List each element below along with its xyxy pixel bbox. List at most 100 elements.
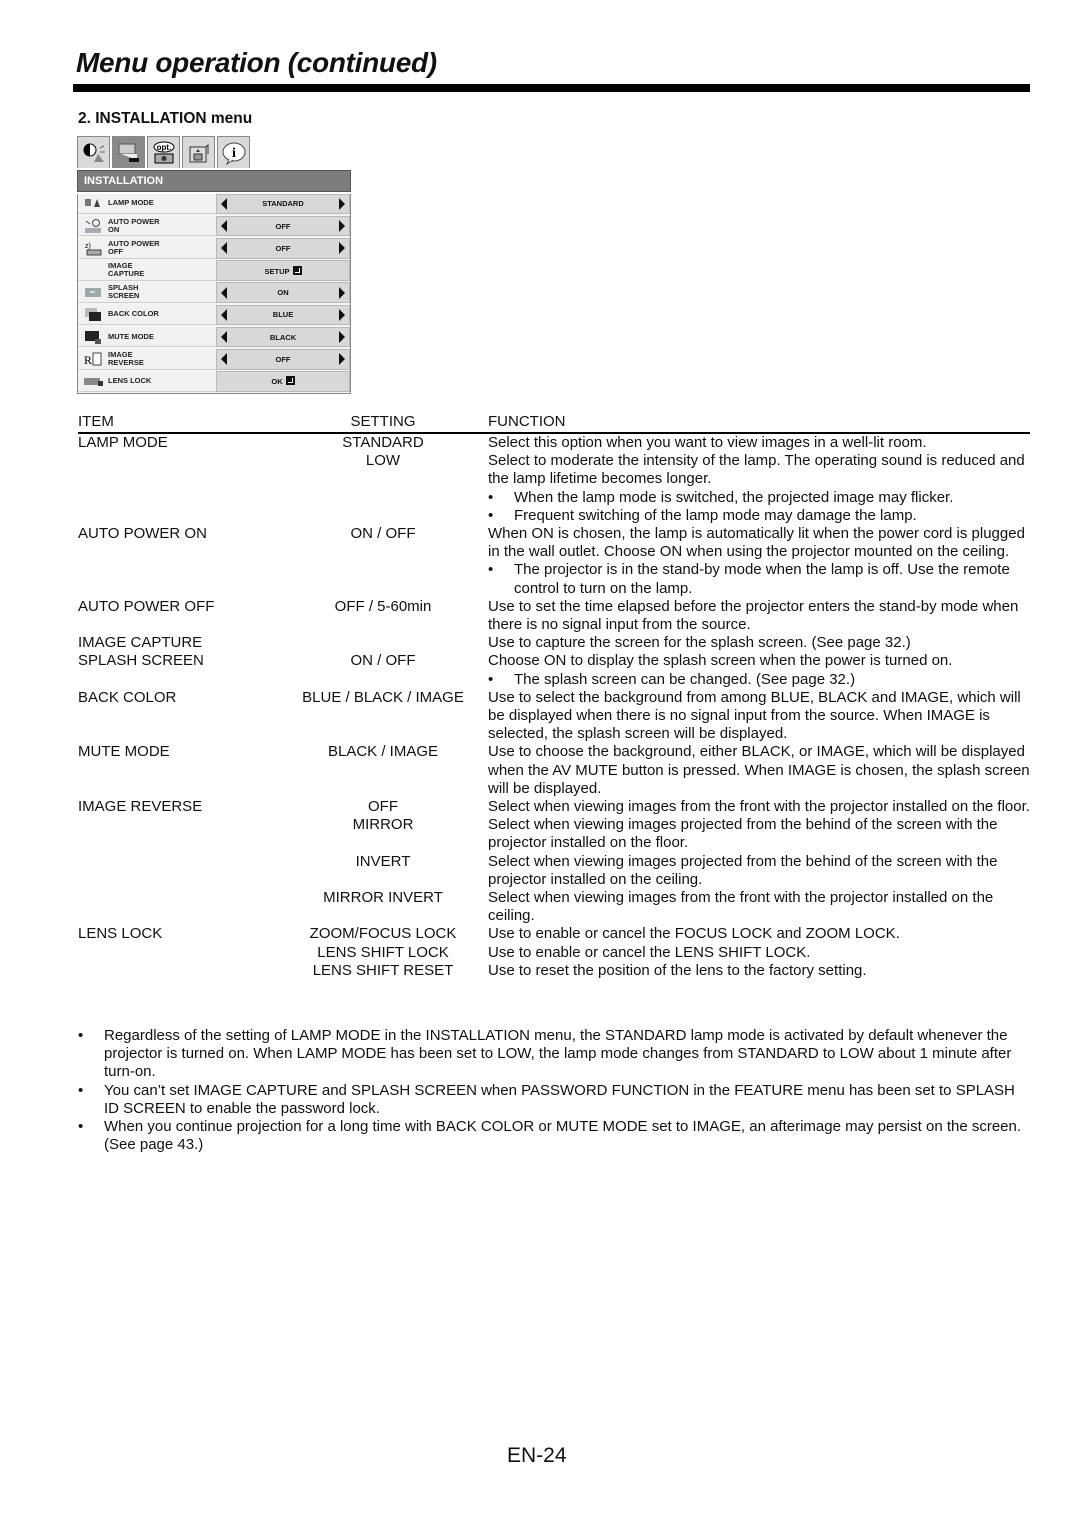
table-row: AUTO POWER OFF OFF / 5-60min Use to set th… [78, 598, 1030, 634]
osd-menu-row[interactable]: AUTO POWER ON OFF [78, 215, 350, 237]
cell-function: Use to enable or cancel the LENS SHIFT L… [488, 944, 1030, 962]
osd-menu-row[interactable]: R IMAGE REVERSE OFF [78, 349, 350, 370]
bullet-text: The splash screen can be changed. (See p… [514, 670, 856, 688]
table-row: LENS LOCK ZOOM/FOCUS LOCK Use to enable or… [78, 925, 1030, 943]
cell-item: IMAGE CAPTURE [78, 634, 203, 652]
table-row: IMAGE REVERSE OFF Select when viewing imag… [78, 798, 1030, 816]
title-rule [73, 84, 1030, 92]
cell-item: AUTO POWER OFF [78, 597, 215, 615]
osd-row-label-line: LENS LOCK [108, 375, 152, 385]
bullet-text: When the lamp mode is switched, the proj… [514, 488, 954, 506]
osd-menu-row[interactable]: z) AUTO POWER OFF OFF [78, 238, 350, 259]
osd-row-value: OFF [275, 243, 291, 253]
auto-power-on-icon [78, 218, 108, 234]
osd-tab-bar: opt. i [77, 136, 351, 170]
note-item: You can’t set IMAGE CAPTURE and SPLASH S… [78, 1082, 1030, 1118]
note-text: Regardless of the setting of LAMP MODE i… [104, 1027, 1012, 1081]
arrow-right-icon[interactable] [339, 286, 345, 299]
cell-item: LENS LOCK [78, 925, 163, 943]
osd-row-label: AUTO POWER ON [108, 217, 160, 234]
osd-row-label: SPLASH SCREEN [108, 284, 139, 300]
cell-item: AUTO POWER ON [78, 525, 207, 543]
cell-setting: LENS SHIFT LOCK [317, 943, 449, 961]
function-text: Select this option when you want to view… [488, 434, 927, 451]
back-color-icon [78, 306, 108, 322]
function-text: Select when viewing images from the fron… [488, 798, 1030, 816]
arrow-left-icon[interactable] [221, 331, 227, 344]
tab-option[interactable]: opt. [147, 136, 180, 168]
osd-row-item: z) AUTO POWER OFF [78, 238, 216, 259]
note-item: When you continue projection for a long … [78, 1118, 1030, 1154]
osd-row-value-control[interactable]: OFF [216, 215, 350, 237]
arrow-right-icon[interactable] [339, 331, 345, 344]
header-setting: SETTING [278, 413, 488, 434]
cell-function: Use to reset the position of the lens to… [488, 962, 1030, 980]
osd-menu-row[interactable]: IMAGE CAPTURE SETUP [78, 260, 350, 281]
tab-signal[interactable] [182, 136, 215, 168]
osd-menu-row[interactable]: MUTE MODE BLACK [78, 326, 350, 348]
arrow-left-icon[interactable] [221, 220, 227, 233]
function-text: Use to enable or cancel the LENS SHIFT L… [488, 943, 811, 961]
installation-settings-table: ITEM SETTING FUNCTION LAMP MODE STANDARD S… [78, 413, 1030, 980]
cell-function: Select to moderate the intensity of the … [488, 452, 1030, 525]
table-row: LAMP MODE STANDARD Select this option when… [78, 433, 1030, 452]
cell-function: Select when viewing images from the fron… [488, 889, 1030, 925]
cell-function: When ON is chosen, the lamp is automatic… [488, 525, 1030, 598]
function-text: Use to choose the background, either BLA… [488, 743, 1030, 797]
installation-icon [118, 143, 139, 162]
osd-row-label: IMAGE REVERSE [108, 350, 144, 367]
arrow-left-icon[interactable] [221, 197, 227, 210]
osd-row-value-control[interactable]: OFF [216, 238, 350, 259]
cell-function: Select this option when you want to view… [488, 433, 1030, 452]
function-text: Use to reset the position of the lens to… [488, 961, 867, 979]
osd-row-value-control[interactable]: BLACK [216, 326, 350, 348]
table-row: MIRROR Select when viewing images project… [78, 816, 1030, 852]
cell-function: Select when viewing images projected fro… [488, 853, 1030, 889]
osd-row-value-control[interactable]: STANDARD [216, 193, 350, 215]
table-row: BACK COLOR BLUE / BLACK / IMAGE Use to sel… [78, 689, 1030, 744]
osd-row-value-control[interactable]: SETUP [216, 260, 350, 281]
osd-menu-row[interactable]: LAMP MODE STANDARD [78, 193, 350, 215]
cell-function: Select when viewing images projected fro… [488, 816, 1030, 852]
osd-row-value: OFF [275, 221, 291, 231]
osd-row-label: BACK COLOR [108, 310, 159, 318]
arrow-right-icon[interactable] [339, 220, 345, 233]
osd-menu-row[interactable]: SPLASH SCREEN ON [78, 282, 350, 303]
cell-item [78, 853, 278, 889]
header-item: ITEM [78, 413, 278, 434]
osd-row-value-control[interactable]: OK [216, 371, 350, 392]
arrow-left-icon[interactable] [221, 308, 227, 321]
arrow-right-icon[interactable] [339, 353, 345, 366]
osd-menu-header: INSTALLATION [77, 170, 351, 192]
osd-row-value-control[interactable]: OFF [216, 349, 350, 370]
arrow-left-icon[interactable] [221, 242, 227, 255]
cell-item: IMAGE REVERSE [78, 798, 203, 816]
enter-icon [285, 376, 295, 386]
osd-menu-row[interactable]: BACK COLOR BLUE [78, 304, 350, 326]
arrow-right-icon[interactable] [338, 308, 345, 321]
table-row: LOW Select to moderate the intensity of t… [78, 452, 1030, 525]
arrow-right-icon[interactable] [339, 197, 345, 210]
table-row: MIRROR INVERT Select when viewing images … [78, 889, 1030, 925]
osd-menu-row[interactable]: LENS LOCK OK [78, 371, 350, 392]
function-text: Select when viewing images projected fro… [488, 852, 998, 888]
tab-info[interactable]: i [217, 136, 250, 168]
arrow-left-icon[interactable] [221, 286, 227, 299]
osd-row-item: R IMAGE REVERSE [78, 349, 216, 370]
osd-menu-body: LAMP MODE STANDARD AUTO POWER ON OFF z) AUTO P… [77, 193, 351, 394]
table-header-row: ITEM SETTING FUNCTION [78, 413, 1030, 434]
osd-row-label-line: ON [108, 224, 120, 234]
cell-item [78, 816, 278, 852]
tab-installation[interactable] [112, 136, 145, 168]
cell-setting: BLUE / BLACK / IMAGE [302, 688, 464, 706]
arrow-right-icon[interactable] [339, 242, 345, 255]
note-text: You can’t set IMAGE CAPTURE and SPLASH S… [104, 1081, 1015, 1117]
osd-row-item: LAMP MODE [78, 193, 216, 215]
tab-picture[interactable] [77, 136, 110, 168]
osd-row-value-control[interactable]: BLUE [216, 304, 350, 326]
table-row: LENS SHIFT LOCK Use to enable or cancel t… [78, 944, 1030, 962]
osd-row-label-line: MUTE MODE [108, 331, 154, 341]
osd-row-value: OK [271, 376, 295, 386]
osd-row-value-control[interactable]: ON [216, 282, 350, 303]
arrow-left-icon[interactable] [221, 353, 227, 366]
